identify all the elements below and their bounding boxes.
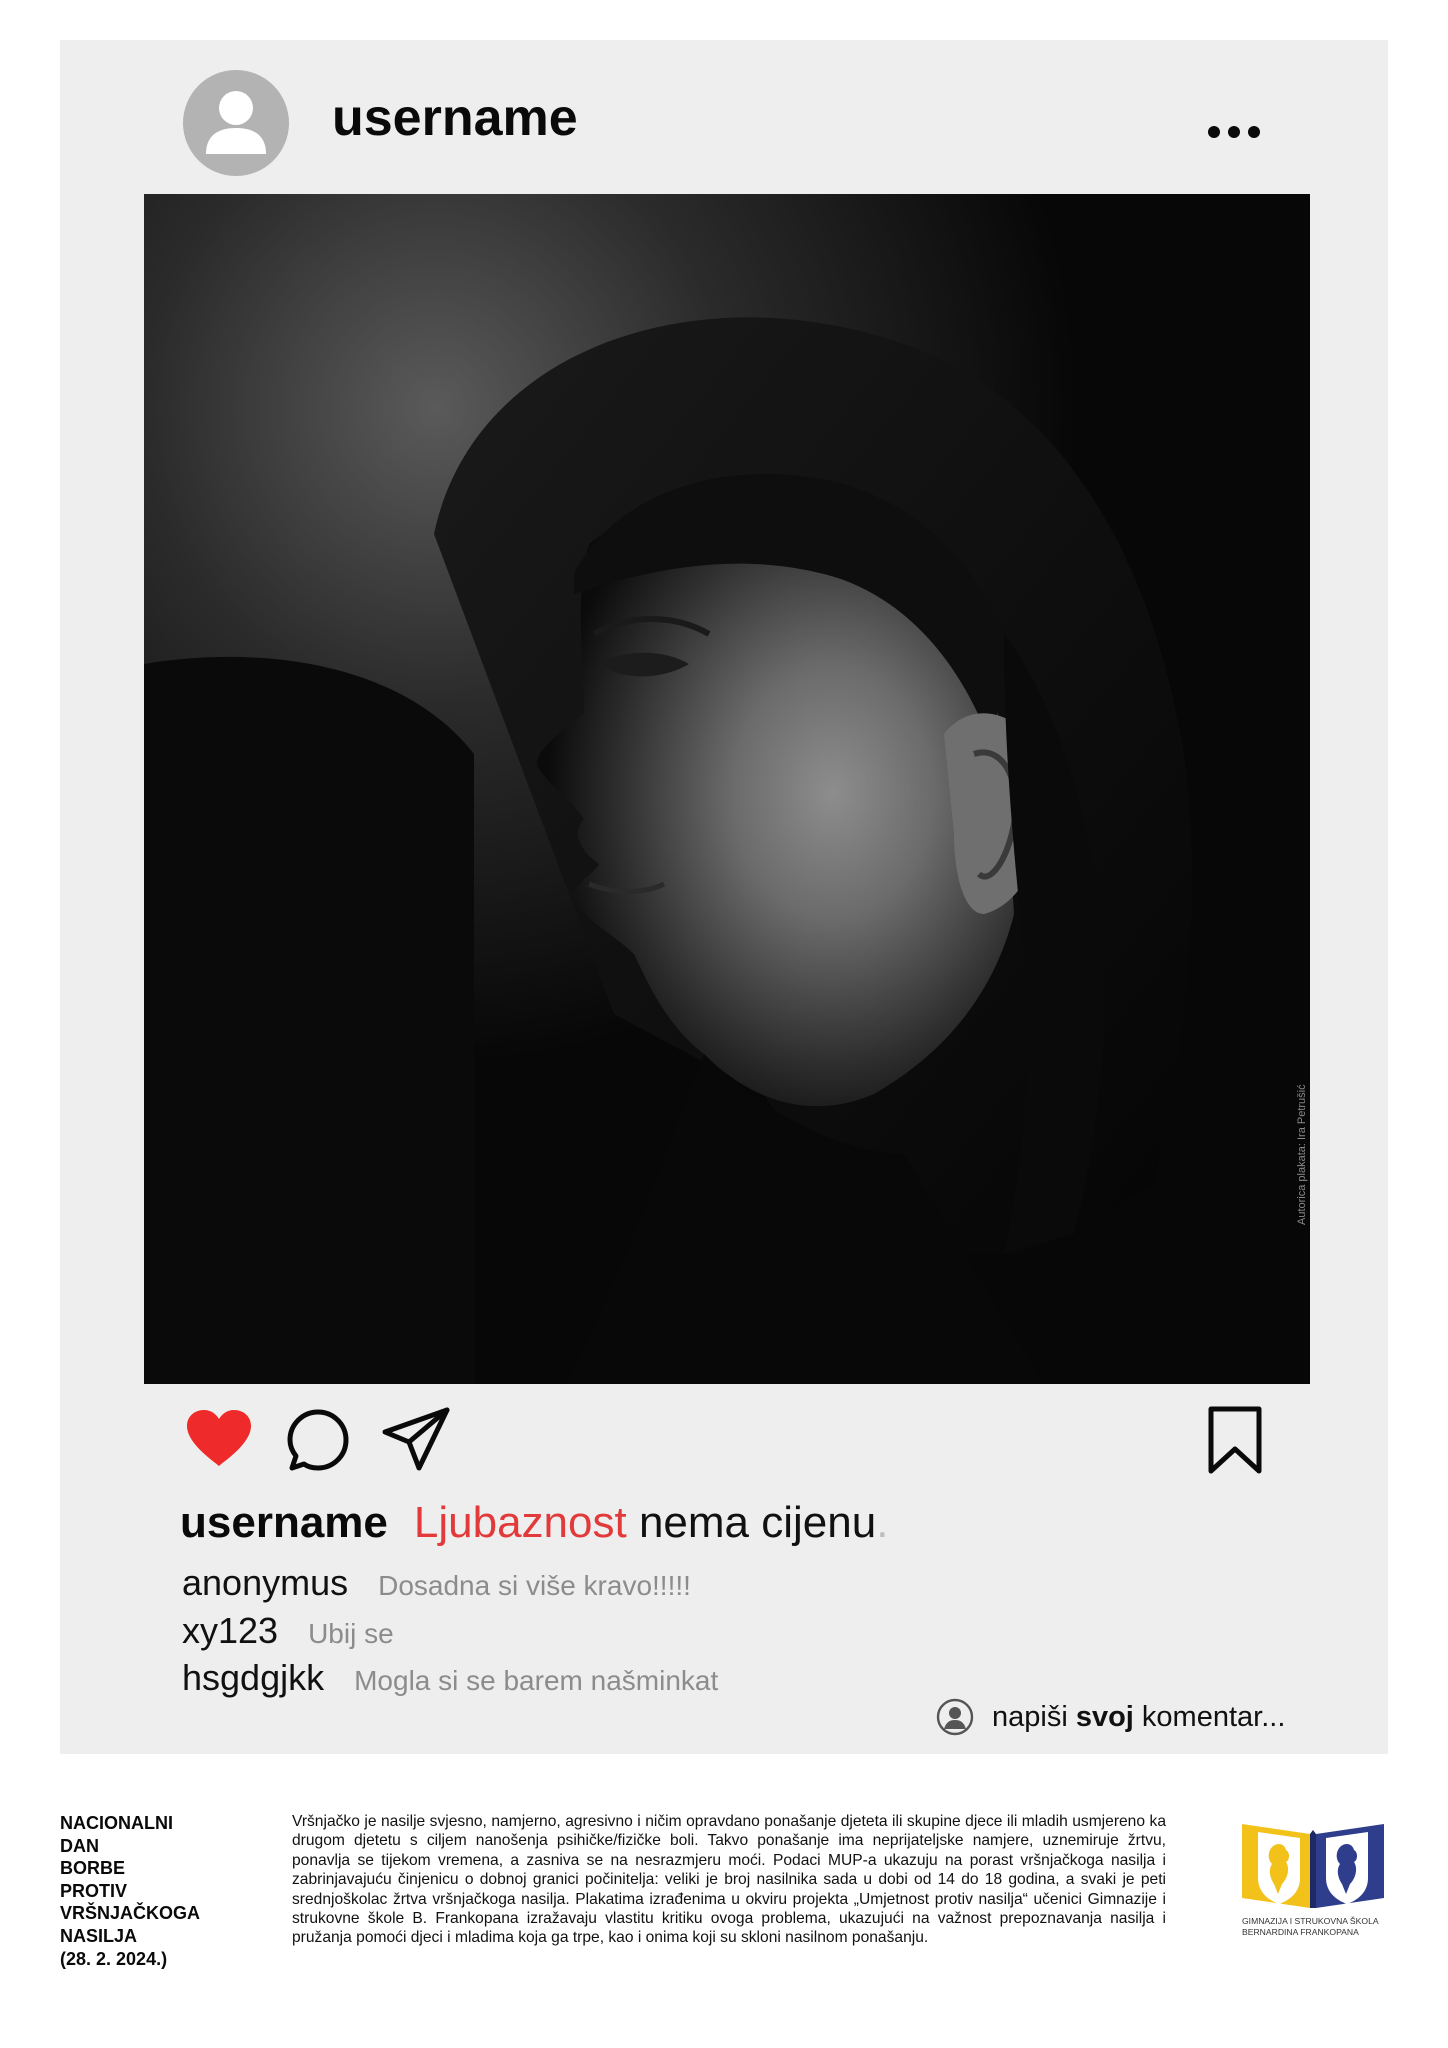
footer-title: NACIONALNI DAN BORBE PROTIV VRŠNJAČKOGA …: [60, 1813, 201, 1969]
caption-text: nema cijenu: [626, 1498, 877, 1547]
comment-bubble-icon[interactable]: [286, 1408, 350, 1472]
footer-description: Vršnjačko je nasilje svjesno, namjerno, …: [292, 1813, 1166, 1947]
caption-dot: .: [876, 1498, 889, 1547]
comment-text: Mogla si se barem našminkat: [354, 1665, 719, 1696]
more-options-icon[interactable]: [1208, 124, 1260, 140]
caption-username[interactable]: username: [180, 1498, 388, 1547]
comment-username[interactable]: hsgdgjkk: [182, 1657, 324, 1698]
bookmark-icon[interactable]: [1207, 1405, 1263, 1475]
post-caption: username Ljubaznost nema cijenu.: [180, 1497, 888, 1549]
school-logo-text: GIMNAZIJA I STRUKOVNA ŠKOLA BERNARDINA F…: [1242, 1916, 1379, 1937]
school-logo: GIMNAZIJA I STRUKOVNA ŠKOLA BERNARDINA F…: [1238, 1814, 1388, 1944]
comment-username[interactable]: xy123: [182, 1610, 278, 1651]
comment-username[interactable]: anonymus: [182, 1562, 348, 1603]
user-circle-icon: [936, 1698, 974, 1736]
comment-text: Dosadna si više kravo!!!!!: [378, 1570, 691, 1601]
write-comment-label[interactable]: napiši svoj komentar...: [992, 1701, 1285, 1734]
heart-icon[interactable]: [185, 1408, 253, 1468]
send-icon[interactable]: [381, 1406, 451, 1472]
caption-highlight: Ljubaznost: [413, 1498, 627, 1547]
comment-item: xy123 Ubij se: [182, 1610, 394, 1652]
post-photo: [144, 194, 1310, 1384]
post-author-username[interactable]: username: [332, 92, 578, 144]
photo-credit: Autorica plakata: Ira Petrušić: [1296, 1084, 1308, 1225]
comment-item: anonymus Dosadna si više kravo!!!!!: [182, 1562, 691, 1604]
write-comment-prompt[interactable]: napiši svoj komentar...: [936, 1697, 1285, 1737]
comment-text: Ubij se: [308, 1618, 394, 1649]
comment-item: hsgdgjkk Mogla si se barem našminkat: [182, 1657, 718, 1699]
user-avatar-icon[interactable]: [183, 70, 289, 176]
school-logo-mark: [1242, 1824, 1384, 1908]
